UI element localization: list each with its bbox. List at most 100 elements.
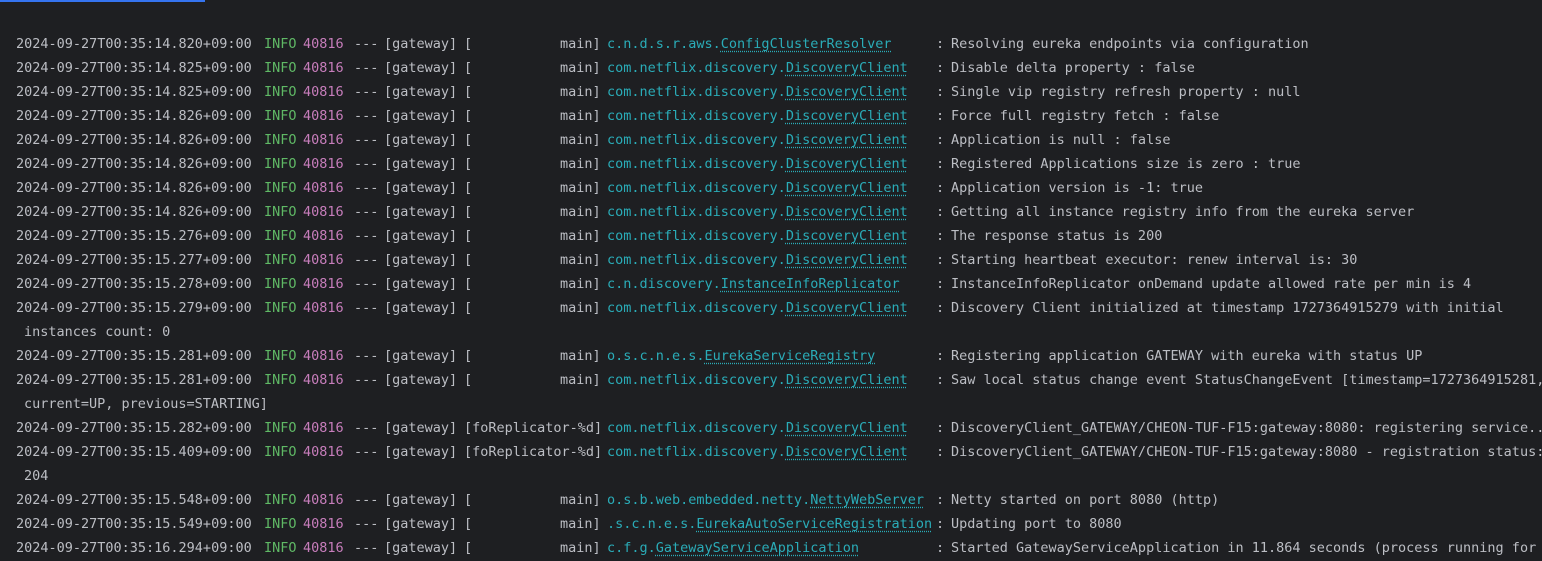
log-message: Discovery Client initialized at timestam… bbox=[951, 300, 1504, 316]
log-line[interactable]: 2024-09-27T00:35:15.282+09:00 INFO 40816 --… bbox=[0, 416, 1542, 440]
log-line[interactable]: 2024-09-27T00:35:14.825+09:00 INFO 40816 --… bbox=[0, 56, 1542, 80]
log-line[interactable]: 2024-09-27T00:35:15.549+09:00 INFO 40816 --… bbox=[0, 512, 1542, 536]
log-logger: o.s.c.n.e.s.EurekaServiceRegistry bbox=[607, 344, 875, 368]
logger-class-link[interactable]: DiscoveryClient bbox=[786, 84, 908, 100]
log-message: Netty started on port 8080 (http) bbox=[951, 492, 1220, 508]
logger-package: com.netflix.discovery. bbox=[607, 180, 786, 196]
log-line[interactable]: 2024-09-27T00:35:14.826+09:00 INFO 40816 --… bbox=[0, 128, 1542, 152]
log-app-name: [gateway] bbox=[384, 108, 458, 124]
log-message: Registered Applications size is zero : t… bbox=[951, 156, 1301, 172]
log-line-continuation[interactable]: 204 bbox=[0, 464, 1542, 488]
log-line[interactable]: 2024-09-27T00:35:14.826+09:00 INFO 40816 --… bbox=[0, 152, 1542, 176]
logger-class-link[interactable]: DiscoveryClient bbox=[786, 372, 908, 388]
log-line[interactable]: 2024-09-27T00:35:14.826+09:00 INFO 40816 --… bbox=[0, 200, 1542, 224]
log-line[interactable]: 2024-09-27T00:35:14.826+09:00 INFO 40816 --… bbox=[0, 176, 1542, 200]
log-colon: : bbox=[936, 228, 945, 244]
logger-package: o.s.b.web.embedded.netty. bbox=[607, 492, 811, 508]
log-message: InstanceInfoReplicator onDemand update a… bbox=[951, 276, 1472, 292]
log-level: INFO bbox=[264, 420, 297, 436]
logger-class-link[interactable]: DiscoveryClient bbox=[786, 60, 908, 76]
log-colon: : bbox=[936, 36, 945, 52]
log-line-continuation[interactable]: current=UP, previous=STARTING] bbox=[0, 392, 1542, 416]
log-pid: 40816 bbox=[303, 348, 344, 364]
logger-class-link[interactable]: DiscoveryClient bbox=[786, 204, 908, 220]
log-logger: com.netflix.discovery.DiscoveryClient bbox=[607, 224, 908, 248]
log-pid: 40816 bbox=[303, 180, 344, 196]
log-separator: --- bbox=[354, 516, 379, 532]
log-line[interactable]: 2024-09-27T00:35:15.278+09:00 INFO 40816 --… bbox=[0, 272, 1542, 296]
log-line-continuation[interactable]: instances count: 0 bbox=[0, 320, 1542, 344]
logger-class-link[interactable]: NettyWebServer bbox=[810, 492, 924, 508]
log-separator: --- bbox=[354, 36, 379, 52]
log-level: INFO bbox=[264, 132, 297, 148]
log-line[interactable]: 2024-09-27T00:35:15.548+09:00 INFO 40816 --… bbox=[0, 488, 1542, 512]
log-thread-open: [ bbox=[464, 492, 473, 508]
log-pid: 40816 bbox=[303, 276, 344, 292]
logger-class-link[interactable]: DiscoveryClient bbox=[786, 420, 908, 436]
log-timestamp: 2024-09-27T00:35:15.281+09:00 bbox=[16, 372, 252, 388]
logger-class-link[interactable]: EurekaAutoServiceRegistration bbox=[696, 516, 932, 532]
log-thread: main] bbox=[560, 84, 601, 100]
log-line[interactable]: 2024-09-27T00:35:15.409+09:00 INFO 40816 --… bbox=[0, 440, 1542, 464]
log-timestamp: 2024-09-27T00:35:15.409+09:00 bbox=[16, 444, 252, 460]
log-line[interactable]: 2024-09-27T00:35:16.294+09:00 INFO 40816 --… bbox=[0, 536, 1542, 560]
logger-package: o.s.c.n.e.s. bbox=[607, 348, 705, 364]
log-line[interactable]: 2024-09-27T00:35:15.276+09:00 INFO 40816 --… bbox=[0, 224, 1542, 248]
log-app-name: [gateway] bbox=[384, 420, 458, 436]
log-app-name: [gateway] bbox=[384, 540, 458, 556]
log-line[interactable]: 2024-09-27T00:35:15.281+09:00 INFO 40816 --… bbox=[0, 368, 1542, 392]
log-level: INFO bbox=[264, 108, 297, 124]
log-app-name: [gateway] bbox=[384, 36, 458, 52]
log-level: INFO bbox=[264, 60, 297, 76]
log-app-name: [gateway] bbox=[384, 132, 458, 148]
log-separator: --- bbox=[354, 444, 379, 460]
log-pid: 40816 bbox=[303, 516, 344, 532]
log-app-name: [gateway] bbox=[384, 252, 458, 268]
log-app-name: [gateway] bbox=[384, 84, 458, 100]
log-line[interactable]: 2024-09-27T00:35:14.826+09:00 INFO 40816 --… bbox=[0, 104, 1542, 128]
log-timestamp: 2024-09-27T00:35:15.279+09:00 bbox=[16, 300, 252, 316]
logger-class-link[interactable]: DiscoveryClient bbox=[786, 156, 908, 172]
log-thread-open: [ bbox=[464, 516, 473, 532]
logger-class-link[interactable]: DiscoveryClient bbox=[786, 252, 908, 268]
log-pid: 40816 bbox=[303, 132, 344, 148]
log-pid: 40816 bbox=[303, 228, 344, 244]
log-colon: : bbox=[936, 492, 945, 508]
logger-package: .s.c.n.e.s. bbox=[607, 516, 697, 532]
console-output[interactable]: 2024-09-27T00:35:14.820+09:00 INFO 40816 --… bbox=[0, 0, 1542, 561]
logger-package: com.netflix.discovery. bbox=[607, 372, 786, 388]
logger-class-link[interactable]: DiscoveryClient bbox=[786, 132, 908, 148]
log-timestamp: 2024-09-27T00:35:14.825+09:00 bbox=[16, 60, 252, 76]
log-level: INFO bbox=[264, 300, 297, 316]
logger-class-link[interactable]: InstanceInfoReplicator bbox=[721, 276, 900, 292]
log-colon: : bbox=[936, 540, 945, 556]
logger-class-link[interactable]: DiscoveryClient bbox=[786, 444, 908, 460]
log-pid: 40816 bbox=[303, 420, 344, 436]
logger-class-link[interactable]: DiscoveryClient bbox=[786, 108, 908, 124]
logger-class-link[interactable]: DiscoveryClient bbox=[786, 300, 908, 316]
log-logger: com.netflix.discovery.DiscoveryClient bbox=[607, 200, 908, 224]
log-line[interactable]: 2024-09-27T00:35:15.279+09:00 INFO 40816 --… bbox=[0, 296, 1542, 320]
log-app-name: [gateway] bbox=[384, 276, 458, 292]
logger-class-link[interactable]: GatewayServiceApplication bbox=[656, 540, 859, 556]
log-line[interactable]: 2024-09-27T00:35:15.277+09:00 INFO 40816 --… bbox=[0, 248, 1542, 272]
log-line[interactable]: 2024-09-27T00:35:14.820+09:00 INFO 40816 --… bbox=[0, 32, 1542, 56]
logger-package: c.n.discovery. bbox=[607, 276, 721, 292]
log-line[interactable]: 2024-09-27T00:35:15.281+09:00 INFO 40816 --… bbox=[0, 344, 1542, 368]
log-logger: com.netflix.discovery.DiscoveryClient bbox=[607, 296, 908, 320]
log-pid: 40816 bbox=[303, 108, 344, 124]
log-app-name: [gateway] bbox=[384, 180, 458, 196]
logger-class-link[interactable]: EurekaServiceRegistry bbox=[705, 348, 876, 364]
logger-class-link[interactable]: ConfigClusterResolver bbox=[721, 36, 892, 52]
log-app-name: [gateway] bbox=[384, 444, 458, 460]
log-line[interactable]: 2024-09-27T00:35:14.825+09:00 INFO 40816 --… bbox=[0, 80, 1542, 104]
log-message: Application is null : false bbox=[951, 132, 1171, 148]
log-thread: main] bbox=[560, 108, 601, 124]
log-thread: main] bbox=[560, 540, 601, 556]
log-timestamp: 2024-09-27T00:35:15.277+09:00 bbox=[16, 252, 252, 268]
log-logger: .s.c.n.e.s.EurekaAutoServiceRegistration bbox=[607, 512, 932, 536]
log-thread: main] bbox=[560, 300, 601, 316]
log-pid: 40816 bbox=[303, 372, 344, 388]
logger-class-link[interactable]: DiscoveryClient bbox=[786, 180, 908, 196]
logger-class-link[interactable]: DiscoveryClient bbox=[786, 228, 908, 244]
